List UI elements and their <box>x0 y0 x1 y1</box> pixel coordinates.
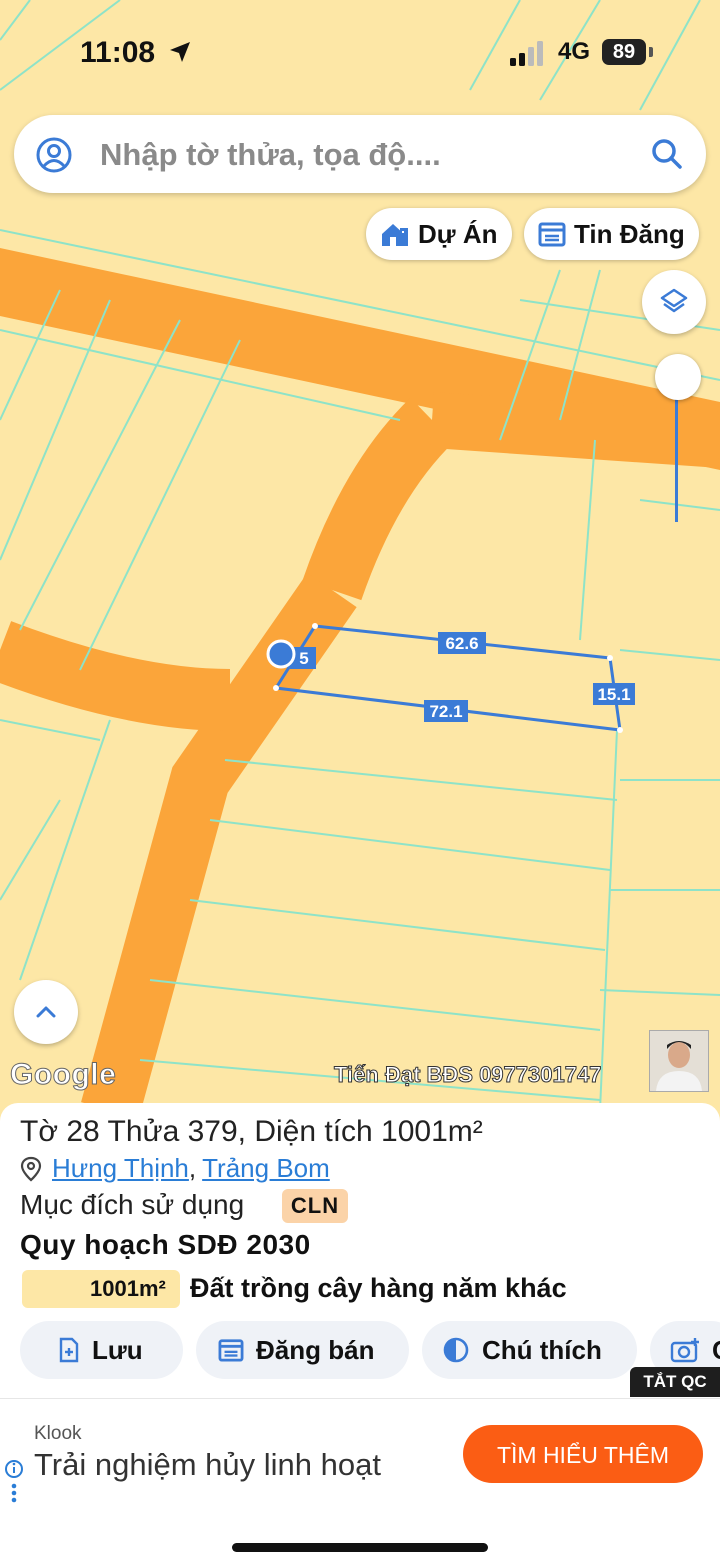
network-type: 4G <box>558 38 591 65</box>
calendar-list-icon <box>218 1339 244 1362</box>
search-icon[interactable] <box>650 137 684 171</box>
map-pin-icon <box>20 1156 42 1181</box>
opacity-slider-thumb[interactable] <box>655 354 701 400</box>
ward-link[interactable]: Hưng Thịnh <box>52 1153 189 1184</box>
district-link[interactable]: Trảng Bom <box>202 1153 330 1184</box>
status-bar: 11:08 4G 89 <box>0 0 720 100</box>
contrast-icon <box>443 1337 469 1363</box>
expand-panel-button[interactable] <box>14 980 78 1044</box>
legend-button[interactable]: Chú thích <box>422 1321 637 1379</box>
save-document-icon <box>59 1337 79 1363</box>
agent-avatar <box>649 1030 709 1092</box>
search-bar[interactable] <box>14 115 706 193</box>
legend-button-label: Chú thích <box>482 1334 602 1365</box>
layers-button[interactable] <box>642 270 706 334</box>
close-ad-button[interactable]: TẮT QC <box>630 1367 720 1397</box>
location-separator: , <box>188 1153 197 1183</box>
current-location-dot <box>266 639 296 669</box>
parcel-title: Tờ 28 Thửa 379, Diện tích 1001m² <box>20 1115 483 1148</box>
building-icon <box>382 224 408 246</box>
calendar-list-icon <box>538 222 566 247</box>
parcel-info-panel: Tờ 28 Thửa 379, Diện tích 1001m² Hưng Th… <box>0 1103 720 1398</box>
purpose-label: Mục đích sử dụng <box>20 1189 245 1220</box>
purpose-code-badge: CLN <box>282 1189 348 1223</box>
camera-add-icon <box>670 1338 699 1363</box>
chevron-up-icon <box>36 1006 56 1018</box>
home-indicator[interactable] <box>232 1543 488 1552</box>
dim-left-label: 5 <box>299 649 308 668</box>
signal-bars-icon <box>510 41 543 66</box>
dim-bottom-label: 72.1 <box>429 702 462 721</box>
dim-right-label: 15.1 <box>597 685 630 704</box>
search-input[interactable] <box>98 127 642 183</box>
save-button[interactable]: Lưu <box>20 1321 183 1379</box>
person-photo-icon <box>650 1031 708 1091</box>
opacity-slider-track[interactable] <box>675 392 678 522</box>
ad-banner[interactable]: Klook Trải nghiệm hủy linh hoạt TÌM HIỂU… <box>0 1398 720 1509</box>
plan-area-value: 1001m² <box>90 1276 166 1301</box>
plan-title: Quy hoạch SDĐ 2030 <box>20 1229 311 1260</box>
parcel-location: Hưng Thịnh, Trảng Bom <box>20 1153 330 1184</box>
post-sale-button[interactable]: Đăng bán <box>196 1321 409 1379</box>
google-logo: Google <box>9 1058 117 1092</box>
plan-land-type: Đất trồng cây hàng năm khác <box>190 1273 567 1303</box>
ad-brand: Klook <box>34 1423 82 1444</box>
listings-chip-label: Tin Đăng <box>574 218 685 249</box>
projects-chip-label: Dự Án <box>418 218 498 249</box>
status-time: 11:08 <box>80 36 156 69</box>
layers-icon <box>660 288 688 313</box>
user-account-icon[interactable] <box>36 137 72 173</box>
info-icon[interactable] <box>4 1459 24 1505</box>
battery-level: 89 <box>602 39 646 65</box>
location-arrow-icon <box>170 42 190 62</box>
dim-top-label: 62.6 <box>445 634 478 653</box>
bottom-safe-area <box>0 1508 720 1564</box>
projects-chip[interactable]: Dự Án <box>366 208 512 260</box>
listings-chip[interactable]: Tin Đăng <box>524 208 699 260</box>
parcel-vertex <box>607 655 613 661</box>
ad-headline: Trải nghiệm hủy linh hoạt <box>34 1447 381 1482</box>
post-sale-button-label: Đăng bán <box>256 1334 375 1365</box>
parcel-vertex <box>312 623 318 629</box>
save-button-label: Lưu <box>92 1334 143 1365</box>
watermark-text: Tiến Đạt BĐS 0977301747 <box>333 1062 602 1088</box>
learn-more-button[interactable]: TÌM HIỂU THÊM <box>463 1425 703 1483</box>
parcel-vertex <box>273 685 279 691</box>
photo-button-label: C <box>712 1335 720 1366</box>
battery-cap-icon <box>649 47 653 57</box>
parcel-vertex <box>617 727 623 733</box>
